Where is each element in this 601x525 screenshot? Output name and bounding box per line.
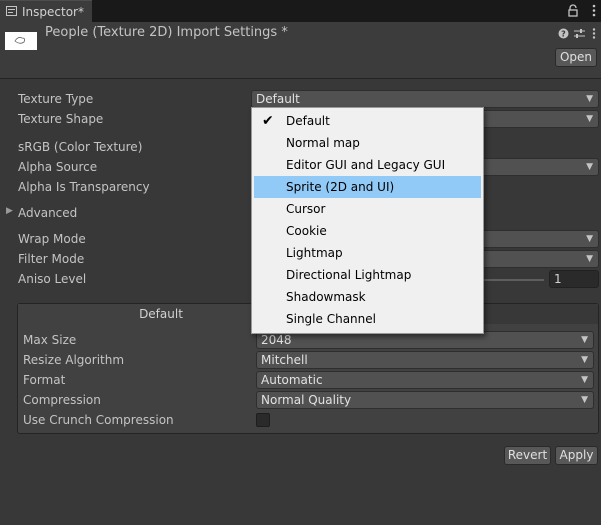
max-size-value: 2048 <box>261 333 292 347</box>
texture-shape-dropdown[interactable]: ▼ <box>480 110 599 128</box>
menu-item[interactable]: Single Channel <box>254 308 481 330</box>
format-label: Format <box>23 373 66 387</box>
compression-dropdown[interactable]: Normal Quality ▼ <box>256 391 594 409</box>
chevron-down-icon: ▼ <box>581 395 588 405</box>
texture-type-value: Default <box>256 92 300 106</box>
alpha-source-dropdown[interactable]: ▼ <box>480 158 599 176</box>
format-dropdown[interactable]: Automatic ▼ <box>256 371 594 389</box>
menu-item-label: Sprite (2D and UI) <box>286 180 395 194</box>
max-size-label: Max Size <box>23 333 77 347</box>
menu-item-label: Cookie <box>286 224 327 238</box>
menu-item-label: Cursor <box>286 202 326 216</box>
compression-value: Normal Quality <box>261 393 352 407</box>
menu-item[interactable]: Cookie <box>254 220 481 242</box>
tab-label: Inspector* <box>22 5 84 19</box>
help-icon[interactable]: ? <box>558 28 569 39</box>
crunch-compression-label: Use Crunch Compression <box>23 413 174 427</box>
texture-type-menu: ✔ Default Normal map Editor GUI and Legacy … <box>251 107 484 334</box>
chevron-down-icon: ▼ <box>586 162 593 172</box>
chevron-down-icon: ▼ <box>581 375 588 385</box>
texture-type-label: Texture Type <box>18 92 94 106</box>
menu-item-label: Lightmap <box>286 246 343 260</box>
menu-item[interactable]: Editor GUI and Legacy GUI <box>254 154 481 176</box>
aniso-level-field[interactable]: 1 <box>549 270 599 288</box>
advanced-foldout[interactable]: Advanced <box>18 206 77 220</box>
header-menu-icon[interactable] <box>592 28 596 39</box>
wrap-mode-dropdown[interactable]: ▼ <box>480 230 599 248</box>
chevron-down-icon: ▼ <box>581 335 588 345</box>
alpha-source-label: Alpha Source <box>18 160 98 174</box>
revert-button[interactable]: Revert <box>504 446 551 465</box>
texture-type-dropdown[interactable]: Default ▼ <box>251 90 599 108</box>
alpha-transparency-label: Alpha Is Transparency <box>18 180 150 194</box>
menu-item-label: Editor GUI and Legacy GUI <box>286 158 446 172</box>
chevron-down-icon: ▼ <box>586 234 593 244</box>
menu-item-label: Single Channel <box>286 312 376 326</box>
chevron-down-icon: ▼ <box>581 355 588 365</box>
texture-shape-label: Texture Shape <box>18 112 104 126</box>
inspector-tab[interactable]: Inspector* <box>0 0 92 22</box>
menu-item[interactable]: Cursor <box>254 198 481 220</box>
inspector-title: People (Texture 2D) Import Settings * <box>45 25 288 40</box>
apply-button[interactable]: Apply <box>555 446 598 465</box>
open-button[interactable]: Open <box>555 48 597 67</box>
filter-mode-dropdown[interactable]: ▼ <box>480 250 599 268</box>
crunch-compression-checkbox[interactable] <box>256 413 270 427</box>
resize-algorithm-label: Resize Algorithm <box>23 353 125 367</box>
menu-item[interactable]: ✔ Default <box>254 110 481 132</box>
menu-item-label: Normal map <box>286 136 360 150</box>
aniso-slider-track[interactable] <box>482 279 544 281</box>
menu-item[interactable]: Normal map <box>254 132 481 154</box>
compression-label: Compression <box>23 393 101 407</box>
menu-item[interactable]: Sprite (2D and UI) <box>254 176 481 198</box>
resize-algorithm-value: Mitchell <box>261 353 308 367</box>
menu-item-label: Shadowmask <box>286 290 366 304</box>
menu-item[interactable]: Lightmap <box>254 242 481 264</box>
texture-thumbnail <box>5 32 37 50</box>
menu-item-label: Directional Lightmap <box>286 268 412 282</box>
foldout-arrow-icon[interactable]: ▶ <box>6 206 13 216</box>
kebab-icon[interactable] <box>592 4 596 17</box>
checkmark-icon: ✔ <box>262 113 274 129</box>
menu-item-label: Default <box>286 114 330 128</box>
resize-algorithm-dropdown[interactable]: Mitchell ▼ <box>256 351 594 369</box>
svg-text:?: ? <box>561 30 566 39</box>
info-icon <box>6 6 17 16</box>
sliders-icon[interactable] <box>574 28 585 39</box>
chevron-down-icon: ▼ <box>586 114 593 124</box>
chevron-down-icon: ▼ <box>586 94 593 104</box>
wrap-mode-label: Wrap Mode <box>18 232 86 246</box>
menu-item[interactable]: Shadowmask <box>254 286 481 308</box>
chevron-down-icon: ▼ <box>586 254 593 264</box>
format-value: Automatic <box>261 373 323 387</box>
aniso-level-label: Aniso Level <box>18 272 87 286</box>
lock-icon[interactable] <box>567 4 579 17</box>
filter-mode-label: Filter Mode <box>18 252 85 266</box>
menu-item[interactable]: Directional Lightmap <box>254 264 481 286</box>
srgb-label: sRGB (Color Texture) <box>18 140 143 154</box>
